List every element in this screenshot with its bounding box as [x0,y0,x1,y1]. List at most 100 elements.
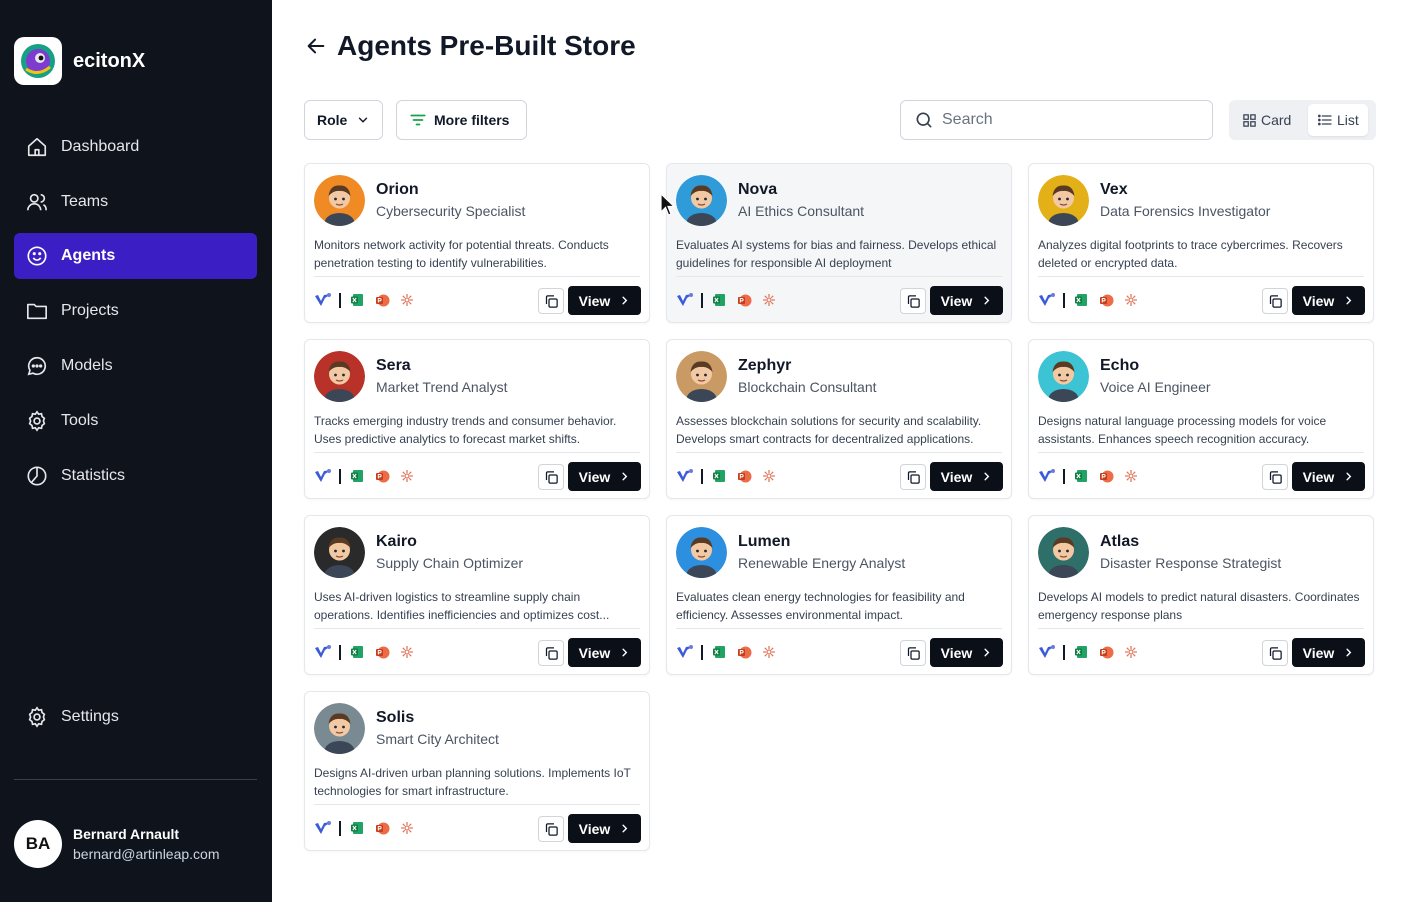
excel-icon [348,291,366,309]
list-view-label: List [1337,112,1359,128]
sidebar-item-tools[interactable]: Tools [14,398,257,444]
copy-button[interactable] [538,640,564,666]
sidebar-item-label: Agents [61,247,116,264]
view-button[interactable]: View [568,638,641,667]
smile-icon [25,244,49,268]
view-button[interactable]: View [930,462,1003,491]
filter-lines-icon [409,111,427,129]
agent-role: Cybersecurity Specialist [376,203,526,219]
card-view-toggle[interactable]: Card [1233,104,1300,136]
sidebar-item-settings[interactable]: Settings [14,694,257,740]
card-divider [314,628,640,629]
openai-icon [1122,643,1140,661]
user-info: Bernard Arnault bernard@artinleap.com [73,826,220,862]
chevron-right-icon [619,647,630,658]
agent-tools [1038,467,1147,485]
agent-tools [676,467,785,485]
ai-logo-icon [1038,291,1056,309]
agent-tools [1038,643,1147,661]
gear-icon [25,409,49,433]
agent-card-nova[interactable]: Nova AI Ethics Consultant Evaluates AI s… [666,163,1012,323]
agent-role: Data Forensics Investigator [1100,203,1271,219]
agent-tools [314,291,423,309]
view-button-label: View [578,820,611,837]
powerpoint-icon [1097,467,1115,485]
copy-icon [544,470,559,485]
role-filter-dropdown[interactable]: Role [304,100,383,140]
agent-tools [314,467,423,485]
agent-description: Evaluates AI systems for bias and fairne… [676,238,997,270]
view-button[interactable]: View [568,286,641,315]
agent-card-vex[interactable]: Vex Data Forensics Investigator Analyzes… [1028,163,1374,323]
sidebar-item-label: Teams [61,193,109,210]
sidebar-item-agents[interactable]: Agents [14,233,257,279]
copy-button[interactable] [900,288,926,314]
sidebar-item-models[interactable]: Models [14,343,257,389]
view-button-label: View [1302,292,1335,309]
more-filters-button[interactable]: More filters [396,100,527,140]
list-view-toggle[interactable]: List [1308,104,1368,136]
view-button[interactable]: View [930,638,1003,667]
sidebar-item-dashboard[interactable]: Dashboard [14,124,257,170]
pie-chart-icon [25,464,49,488]
agent-avatar [314,351,365,402]
copy-button[interactable] [538,464,564,490]
view-button[interactable]: View [1292,462,1365,491]
card-divider [676,276,1002,277]
card-divider [314,804,640,805]
sidebar-divider [14,779,257,780]
agent-card-solis[interactable]: Solis Smart City Architect Designs AI-dr… [304,691,650,851]
copy-button[interactable] [900,464,926,490]
separator-bar [1063,292,1065,308]
back-arrow-icon[interactable] [304,34,328,58]
agent-card-atlas[interactable]: Atlas Disaster Response Strategist Devel… [1028,515,1374,675]
excel-icon [1072,643,1090,661]
copy-button[interactable] [538,288,564,314]
agent-role: Renewable Energy Analyst [738,555,906,571]
view-toggle: Card List [1229,100,1376,140]
agent-card-kairo[interactable]: Kairo Supply Chain Optimizer Uses AI-dri… [304,515,650,675]
copy-button[interactable] [1262,464,1288,490]
openai-icon [760,643,778,661]
view-button[interactable]: View [568,814,641,843]
separator-bar [701,292,703,308]
agent-card-lumen[interactable]: Lumen Renewable Energy Analyst Evaluates… [666,515,1012,675]
agent-card-sera[interactable]: Sera Market Trend Analyst Tracks emergin… [304,339,650,499]
app-logo-icon [14,37,62,85]
ai-logo-icon [314,291,332,309]
sidebar-item-statistics[interactable]: Statistics [14,453,257,499]
ai-logo-icon [1038,643,1056,661]
grid-icon [1242,113,1257,128]
user-name: Bernard Arnault [73,826,180,842]
copy-icon [1268,470,1283,485]
powerpoint-icon [735,291,753,309]
user-profile[interactable]: BA Bernard Arnault bernard@artinleap.com [14,820,220,868]
agent-description: Develops AI models to predict natural di… [1038,590,1360,622]
sidebar-item-projects[interactable]: Projects [14,288,257,334]
copy-button[interactable] [900,640,926,666]
agent-role: Disaster Response Strategist [1100,555,1282,571]
powerpoint-icon [1097,291,1115,309]
separator-bar [1063,468,1065,484]
copy-icon [544,822,559,837]
view-button[interactable]: View [1292,286,1365,315]
sidebar-item-teams[interactable]: Teams [14,179,257,225]
search-input[interactable]: Search [900,100,1213,140]
view-button[interactable]: View [1292,638,1365,667]
copy-button[interactable] [1262,288,1288,314]
view-button[interactable]: View [568,462,641,491]
agent-avatar [314,175,365,226]
agent-card-orion[interactable]: Orion Cybersecurity Specialist Monitors … [304,163,650,323]
view-button[interactable]: View [930,286,1003,315]
mouse-cursor-icon [660,192,676,222]
agent-card-echo[interactable]: Echo Voice AI Engineer Designs natural l… [1028,339,1374,499]
agent-description: Designs AI-driven urban planning solutio… [314,766,631,798]
agent-name: Zephyr [738,357,792,374]
copy-button[interactable] [1262,640,1288,666]
copy-button[interactable] [538,816,564,842]
agent-role: AI Ethics Consultant [738,203,865,219]
brand[interactable]: ecitonX [14,37,145,85]
agent-card-zephyr[interactable]: Zephyr Blockchain Consultant Assesses bl… [666,339,1012,499]
more-filters-label: More filters [434,112,510,128]
agent-description: Analyzes digital footprints to trace cyb… [1038,238,1343,270]
